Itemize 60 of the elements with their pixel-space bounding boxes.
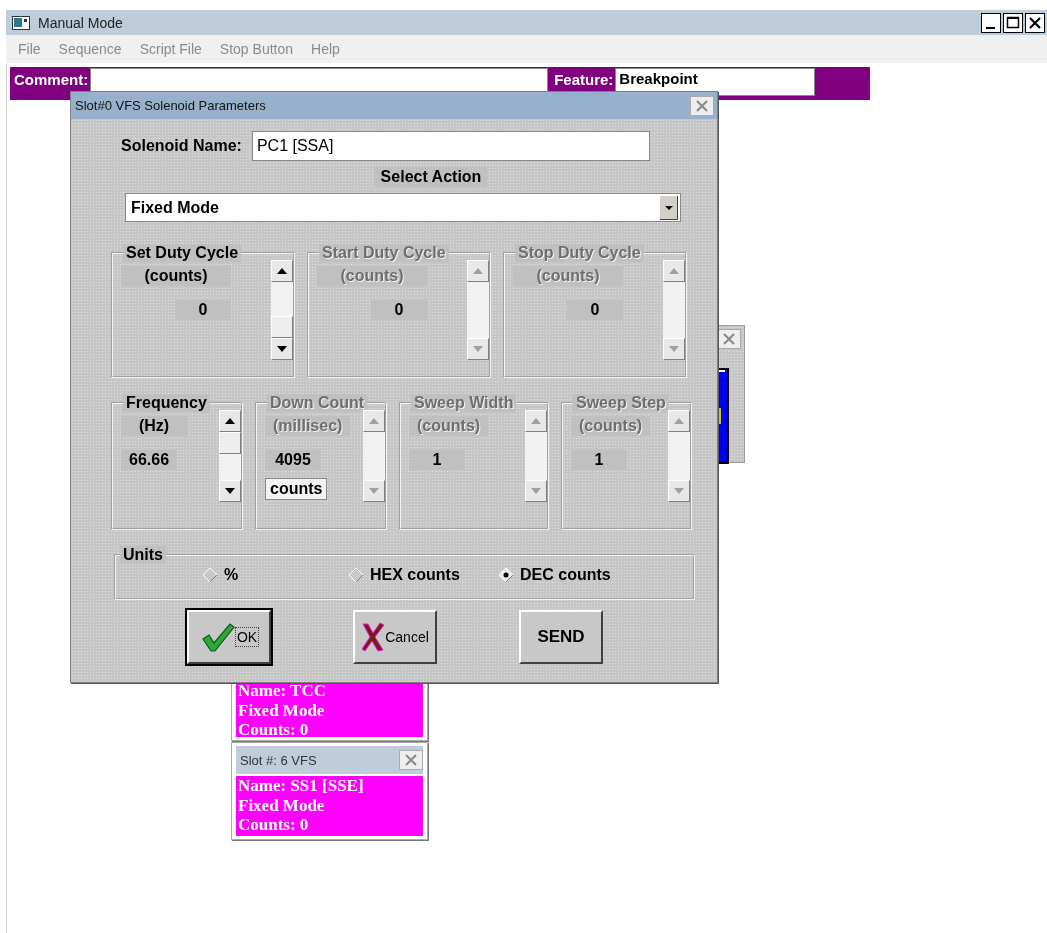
group-title: Stop Duty Cycle [515,244,644,262]
up-arrow-icon[interactable] [277,268,287,274]
value-readout: 0 [175,300,231,320]
scroll-thumb[interactable] [219,432,241,454]
slot-info-line: Name: TCC [238,681,327,701]
group-title: Set Duty Cycle [123,244,242,262]
group-title: Sweep Step [573,394,669,412]
value-readout: 1 [571,450,627,470]
scrollbar[interactable] [219,410,241,502]
group-title: Start Duty Cycle [319,244,449,262]
ok-button[interactable]: OK [187,610,271,664]
solenoid-name-label: Solenoid Name: [121,137,242,155]
slot-info-line: Fixed Mode [238,701,326,721]
unit-label: (counts) [317,266,427,286]
scroll-thumb[interactable] [271,316,293,338]
value-readout: 66.66 [121,450,178,470]
value-readout: 0 [567,300,623,320]
value-readout: 1 [409,450,465,470]
window-title: Manual Mode [38,14,123,31]
scrollbar[interactable] [271,260,293,360]
close-icon[interactable] [1025,12,1045,33]
feature-label: Feature: [554,70,614,88]
close-button[interactable] [717,329,741,349]
unit-label: (counts) [409,416,489,436]
radio-icon[interactable] [498,567,514,583]
value-readout: 4095 [265,450,321,470]
slot-window-title: Slot #: 6 VFS [240,752,317,768]
solenoid-name-field[interactable]: PC1 [SSA] [251,131,650,161]
down-arrow-icon[interactable] [225,488,235,494]
app-icon [12,15,30,30]
value-readout: 0 [371,300,427,320]
unit-label: (millisec) [265,416,351,436]
maximize-icon[interactable] [1003,12,1023,33]
slot-info-line: Counts: 0 [238,816,310,834]
group-title: Units [120,546,166,564]
unit-label: (counts) [571,416,651,436]
action-dropdown[interactable]: Fixed Mode [125,193,681,222]
comment-label: Comment: [14,70,89,88]
close-button[interactable] [399,750,423,770]
feature-field[interactable]: Breakpoint [615,68,816,96]
up-arrow-icon[interactable] [225,418,235,424]
slot-info-line: Fixed Mode [238,796,326,816]
cross-icon[interactable] [361,622,386,652]
group-title: Frequency [123,394,210,412]
slot-info-line: Counts: 0 [238,721,310,737]
group-title: Sweep Width [411,394,517,412]
down-arrow-icon[interactable] [277,346,287,352]
cancel-button[interactable]: Cancel [353,610,437,664]
unit-label: (counts) [121,266,231,286]
close-button[interactable] [690,95,714,116]
select-action-label: Select Action [374,167,488,187]
slot-info-line: Name: SS1 [SSE] [238,776,365,796]
send-button[interactable]: SEND [519,610,603,664]
unit-label: (counts) [513,266,623,286]
dialog-title: Slot#0 VFS Solenoid Parameters [75,98,266,113]
group-title: Down Count [267,394,368,412]
unit-radio[interactable]: DEC counts [498,566,611,584]
dropdown-arrow-icon[interactable] [660,195,678,220]
minimize-icon[interactable] [981,12,1001,33]
unit-label: (Hz) [121,416,187,436]
